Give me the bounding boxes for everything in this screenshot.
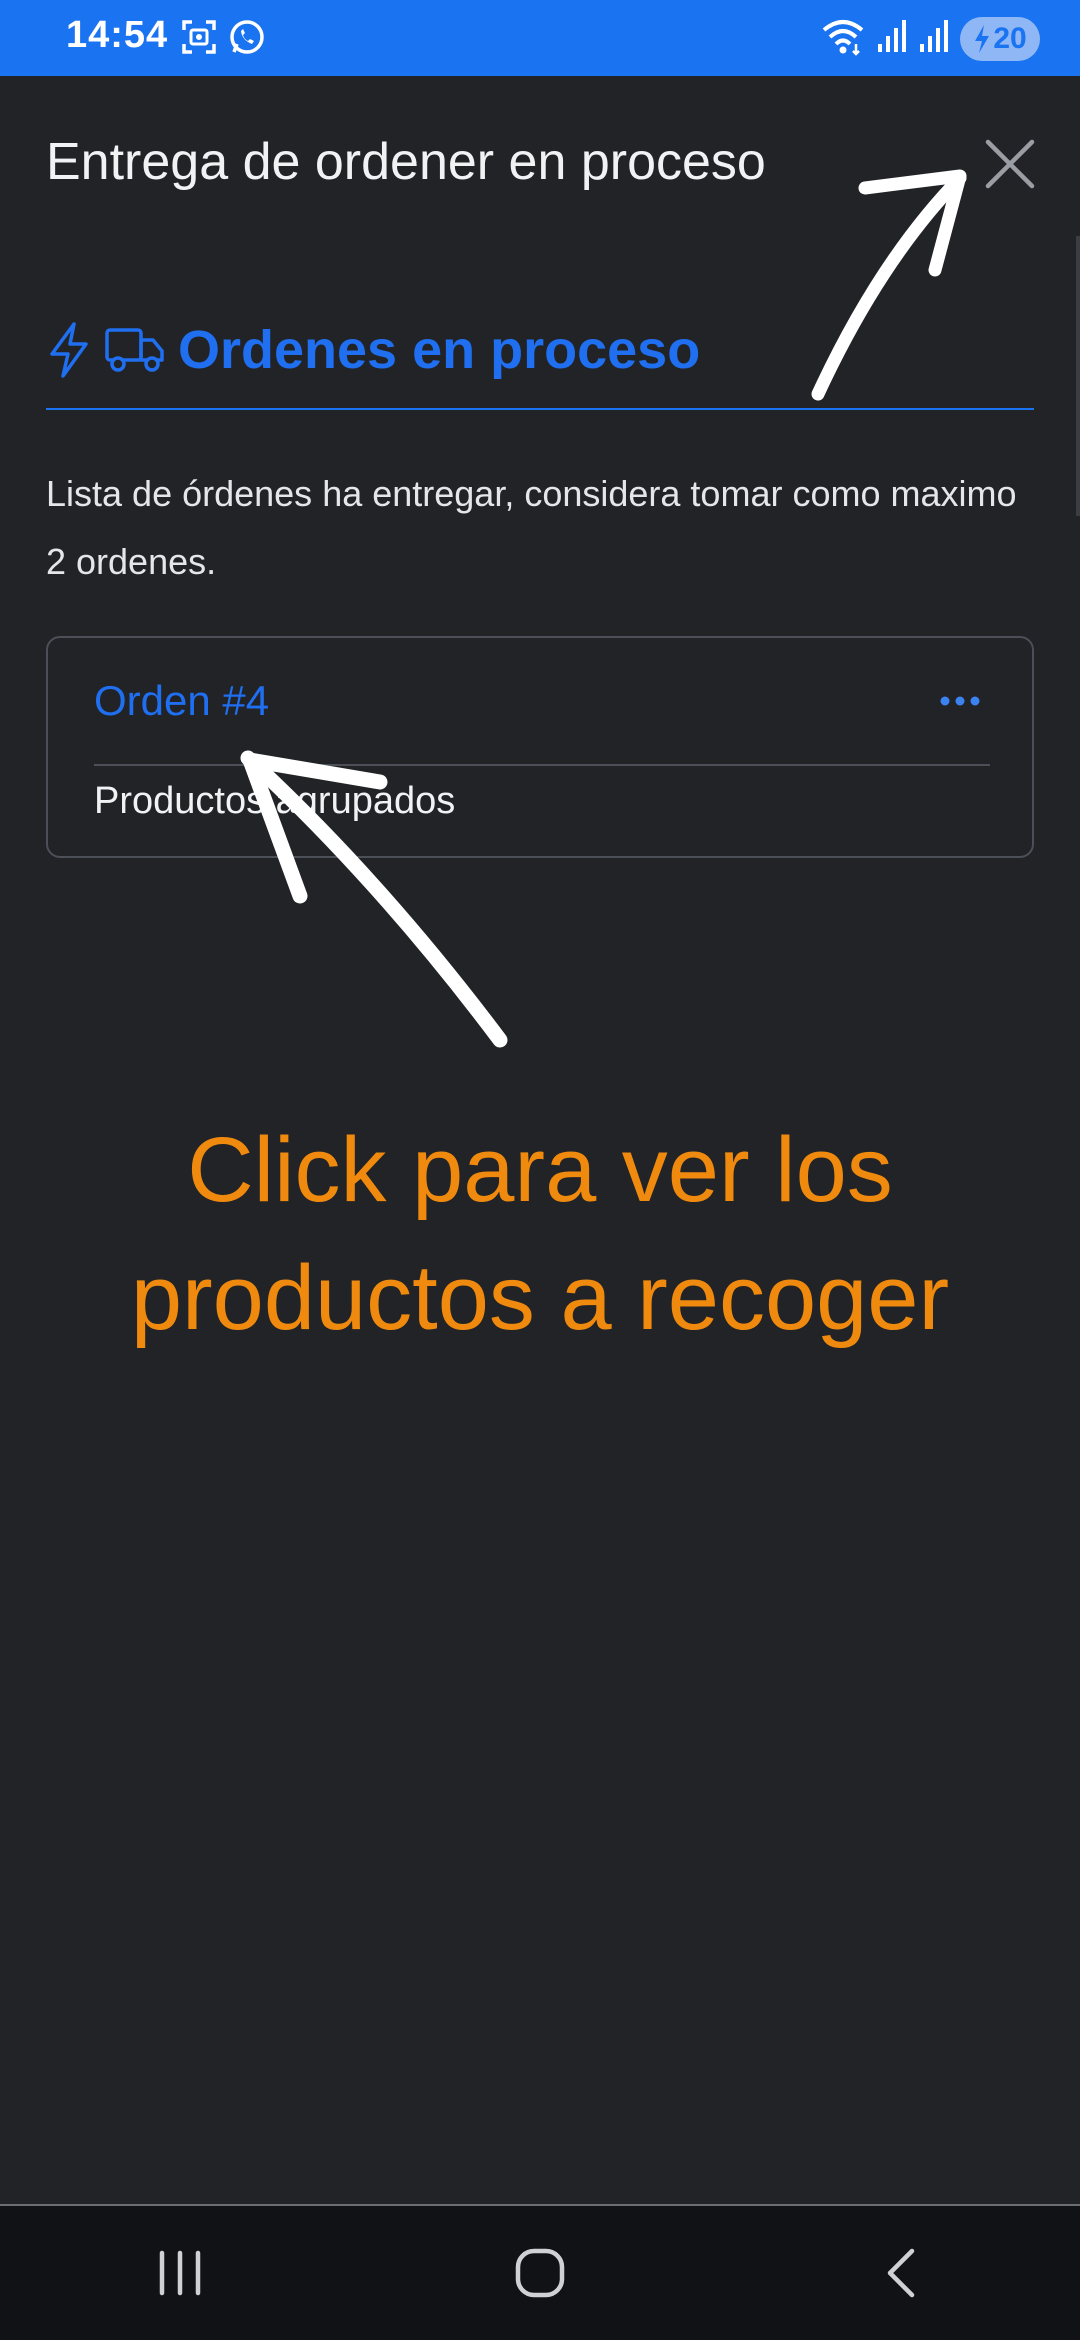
status-icons-right: 20 (820, 16, 1040, 61)
tab-ordenes-en-proceso[interactable]: Ordenes en proceso (46, 316, 1034, 410)
annotation-line-1: Click para ver los (187, 1119, 893, 1221)
home-button[interactable] (480, 2223, 600, 2323)
back-icon (887, 2248, 915, 2298)
home-icon (515, 2248, 565, 2298)
recent-apps-icon (159, 2250, 201, 2296)
order-subtitle: Productos agrupados (94, 780, 456, 822)
battery-level: 20 (993, 21, 1027, 55)
navigation-bar (0, 2204, 1080, 2340)
whatsapp-icon (228, 18, 266, 61)
status-time: 14:54 (66, 14, 169, 56)
annotation-text: Click para ver los productos a recoger (0, 1106, 1080, 1362)
close-icon (985, 139, 1035, 189)
truck-icon (105, 328, 164, 372)
battery-charging-icon: 20 (960, 16, 1040, 61)
wifi-icon (820, 16, 866, 61)
signal-icon (918, 18, 950, 59)
scrollbar[interactable] (1076, 236, 1080, 516)
modal-screen: Entrega de ordener en proceso Ordenes en… (0, 76, 1080, 2204)
modal-title: Entrega de ordener en proceso (46, 133, 766, 191)
annotation-line-2: productos a recoger (130, 1247, 950, 1349)
signal-icon (876, 18, 908, 59)
more-horizontal-icon (940, 696, 980, 706)
status-bar: 14:54 20 (0, 0, 1080, 76)
tab-label: Ordenes en proceso (178, 320, 701, 380)
lightning-icon (50, 322, 88, 378)
recent-apps-button[interactable] (120, 2223, 240, 2323)
screenshot-icon (180, 18, 218, 61)
order-card-header: Orden #4 (94, 638, 990, 766)
status-icons-left (180, 18, 266, 61)
back-button[interactable] (840, 2223, 960, 2323)
close-button[interactable] (980, 134, 1040, 194)
order-card[interactable]: Orden #4 Productos agrupados (46, 636, 1034, 858)
order-options-button[interactable] (930, 681, 990, 721)
order-title-link[interactable]: Orden #4 (94, 677, 269, 725)
description-text: Lista de órdenes ha entregar, considera … (46, 473, 1017, 582)
